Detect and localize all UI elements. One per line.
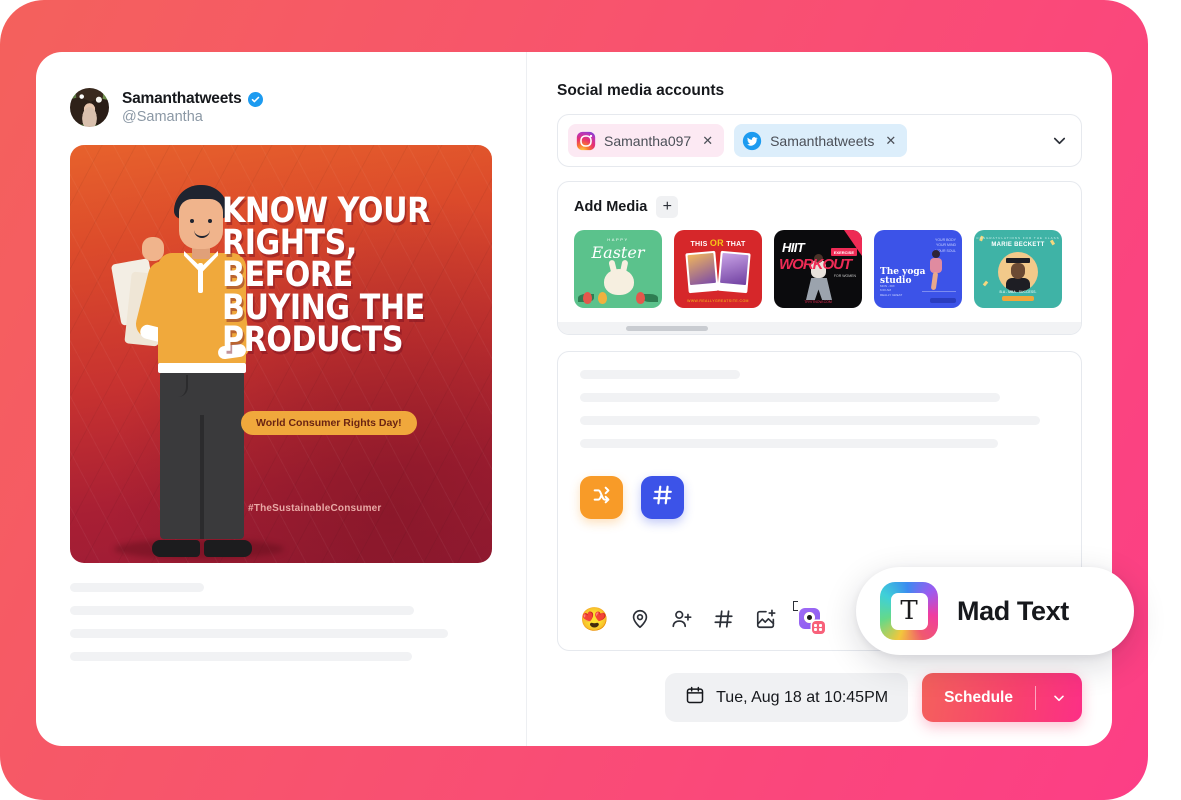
- post-hashtag: #TheSustainableConsumer: [248, 503, 382, 514]
- thumb-top-text: CONGRATULATIONS FOR THE CLASS: [976, 236, 1060, 240]
- media-scrollbar[interactable]: [558, 322, 1081, 334]
- account-chip-label: Samantha097: [604, 132, 692, 149]
- add-person-icon[interactable]: [671, 608, 693, 630]
- media-scrollbar-thumb[interactable]: [626, 326, 708, 331]
- media-panel: Add Media + HAPPY Easter THIS OR THAT WW…: [557, 181, 1082, 335]
- thumb-sub: FOR WOMEN: [833, 274, 856, 278]
- skeleton-line: [580, 393, 1000, 402]
- skeleton-line: [580, 439, 998, 448]
- schedule-dropdown-caret-icon[interactable]: [1036, 690, 1082, 706]
- account-chip-label: Samanthatweets: [770, 132, 875, 149]
- skeleton-line: [70, 652, 412, 661]
- composer-text-skeleton: [580, 370, 1059, 448]
- chevron-down-icon[interactable]: [1050, 131, 1069, 150]
- hashtag-icon: [652, 484, 674, 511]
- thumb-title: Easter: [591, 243, 645, 262]
- remove-account-icon[interactable]: ✕: [885, 134, 896, 147]
- schedule-date-field[interactable]: Tue, Aug 18 at 10:45PM: [665, 673, 909, 722]
- mad-text-logo-icon: T: [880, 582, 938, 640]
- mad-text-logo-letter: T: [890, 592, 928, 630]
- accounts-section-title: Social media accounts: [557, 82, 725, 99]
- profile-header: Samanthatweets @Samantha: [70, 88, 492, 127]
- add-media-label: Add Media: [574, 199, 648, 215]
- hashtag-button[interactable]: [641, 476, 684, 519]
- skeleton-line: [580, 416, 1040, 425]
- profile-handle: @Samantha: [122, 109, 203, 125]
- account-chip-instagram[interactable]: Samantha097 ✕: [568, 124, 725, 157]
- skeleton-line: [70, 583, 204, 592]
- avatar: [70, 88, 109, 127]
- schedule-date-value: Tue, Aug 18 at 10:45PM: [716, 688, 889, 706]
- media-thumbnail[interactable]: THIS OR THAT WWW.REALLYGREATSITE.COM: [674, 230, 762, 308]
- skeleton-line: [70, 606, 414, 615]
- mad-text-badge[interactable]: T Mad Text: [856, 567, 1134, 655]
- accounts-selector[interactable]: Samantha097 ✕ Samanthatweets ✕: [557, 114, 1082, 167]
- media-thumbnail[interactable]: HAPPY Easter: [574, 230, 662, 308]
- mad-text-label: Mad Text: [957, 595, 1069, 626]
- instagram-icon: [576, 131, 596, 151]
- remove-account-icon[interactable]: ✕: [702, 134, 713, 147]
- add-media-button[interactable]: +: [656, 196, 679, 218]
- post-headline: KNOW YOUR RIGHTS, BEFORE BUYING THE PROD…: [222, 191, 430, 360]
- text-cursor-icon: [792, 601, 798, 611]
- skeleton-line: [70, 629, 448, 638]
- media-thumbnail-list: HAPPY Easter THIS OR THAT WWW.REALLYGREA…: [558, 230, 1081, 308]
- thumb-bottom-text: MON - FRI 6:00 AM REALLY GREAT: [880, 283, 903, 298]
- thumb-subtitle: WORKOUT: [779, 256, 852, 273]
- shuffle-icon: [591, 484, 613, 511]
- schedule-button[interactable]: Schedule: [922, 673, 1082, 722]
- media-thumbnail[interactable]: HIIT EXERCISE WORKOUT FOR WOMEN TRYITNOW…: [774, 230, 862, 308]
- app-frame: Samanthatweets @Samantha KNOW YOUR RIGHT…: [0, 0, 1148, 800]
- thumb-footer: WWW.REALLYGREATSITE.COM: [687, 299, 749, 303]
- thumb-title: THIS OR THAT: [690, 238, 746, 248]
- account-chip-twitter[interactable]: Samanthatweets ✕: [734, 124, 908, 157]
- media-header: Add Media +: [558, 196, 1081, 218]
- schedule-button-label: Schedule: [944, 688, 1013, 706]
- thumb-tag: EXERCISE: [830, 248, 857, 256]
- thumb-subtitle: HAPPY: [607, 237, 629, 242]
- post-badge: World Consumer Rights Day!: [241, 411, 417, 435]
- location-pin-icon[interactable]: [629, 608, 651, 630]
- thumb-name: B.A - MBA - SUCCESS.: [999, 290, 1037, 294]
- preview-text-skeleton: [70, 583, 492, 661]
- smiling-face-with-hearts-emoji-icon[interactable]: 😍: [580, 607, 609, 631]
- thumb-footer: TRYITNOW.COM: [804, 300, 832, 304]
- add-image-icon[interactable]: [755, 608, 777, 630]
- camera-app-icon[interactable]: [792, 601, 825, 634]
- composer-footer: Tue, Aug 18 at 10:45PM Schedule: [557, 651, 1082, 746]
- thumb-title: MARIE BECKETT: [991, 242, 1045, 248]
- preview-pane: Samanthatweets @Samantha KNOW YOUR RIGHT…: [36, 52, 527, 746]
- skeleton-line: [580, 370, 740, 379]
- hashtag-icon[interactable]: [713, 608, 735, 630]
- profile-display-name: Samanthatweets: [122, 90, 242, 107]
- media-thumbnail[interactable]: CONGRATULATIONS FOR THE CLASS MARIE BECK…: [974, 230, 1062, 308]
- shuffle-button[interactable]: [580, 476, 623, 519]
- thumb-title: HIIT: [782, 240, 805, 255]
- calendar-icon: [685, 685, 705, 710]
- post-preview-image: KNOW YOUR RIGHTS, BEFORE BUYING THE PROD…: [70, 145, 492, 563]
- composer-action-buttons: [580, 476, 1059, 519]
- media-thumbnail[interactable]: YOUR BODY YOUR MIND YOUR SOUL The yoga s…: [874, 230, 962, 308]
- twitter-icon: [742, 131, 762, 151]
- verified-badge-icon: [247, 91, 263, 107]
- profile-name-row: Samanthatweets: [122, 90, 263, 108]
